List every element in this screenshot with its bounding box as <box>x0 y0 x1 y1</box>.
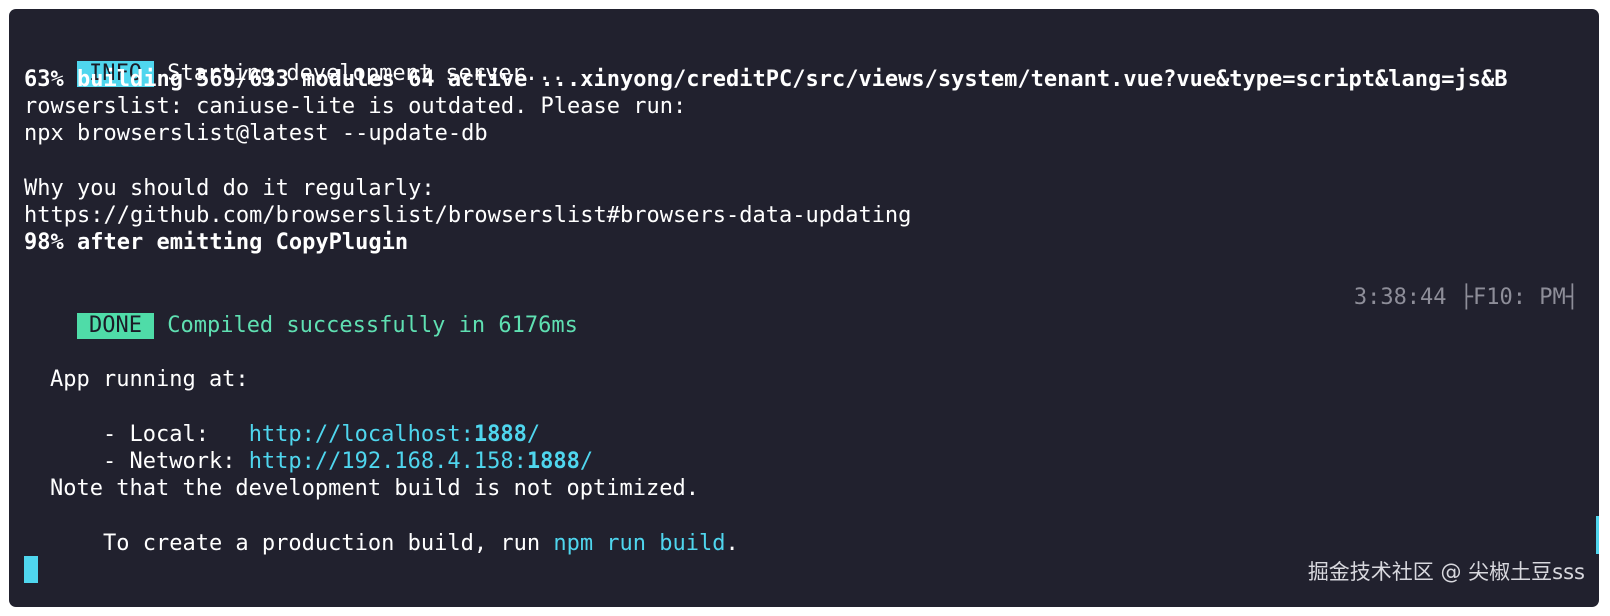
terminal-cursor <box>24 556 38 583</box>
done-badge: DONE <box>76 313 154 339</box>
browserslist-line-2: npx browserslist@latest --update-db <box>24 121 488 146</box>
progress-63-line: 63% building 569/633 modules 64 active .… <box>24 67 1508 92</box>
why-line: Why you should do it regularly: <box>24 176 435 201</box>
done-line: DONE Compiled successfully in 6176ms <box>24 284 578 339</box>
browserslist-line-1: rowserslist: caniuse-lite is outdated. P… <box>24 94 687 119</box>
scroll-indicator[interactable] <box>1596 516 1599 554</box>
local-line: - Local: http://localhost:1888/ <box>50 393 540 447</box>
app-running-line: App running at: <box>50 367 249 392</box>
note-line: Note that the development build is not o… <box>50 476 700 501</box>
network-line: - Network: http://192.168.4.158:1888/ <box>50 420 593 474</box>
network-url-prefix: http://192.168.4.158: <box>248 449 527 474</box>
prod-command: npm run build <box>553 531 726 556</box>
info-line: INFO Starting development server... <box>24 32 565 87</box>
terminal-window[interactable]: INFO Starting development server... 63% … <box>9 9 1599 607</box>
url-line: https://github.com/browserslist/browsers… <box>24 203 912 228</box>
network-url-suffix: / <box>579 449 594 474</box>
network-url-link[interactable]: http://192.168.4.158:1888/ <box>249 449 593 474</box>
network-port: 1888 <box>526 449 580 474</box>
progress-98-line: 98% after emitting CopyPlugin <box>24 230 409 255</box>
network-label: - Network: <box>102 449 249 474</box>
prod-line-suffix: . <box>725 531 739 556</box>
watermark: 掘金技术社区 @ 尖椒土豆sss <box>1307 560 1585 584</box>
timestamp: 3:38:44 ├F10: PM┤ <box>1353 285 1579 310</box>
done-text: Compiled successfully in 6176ms <box>167 313 578 338</box>
prod-line-prefix: To create a production build, run <box>102 531 554 556</box>
prod-line: To create a production build, run npm ru… <box>50 502 739 556</box>
